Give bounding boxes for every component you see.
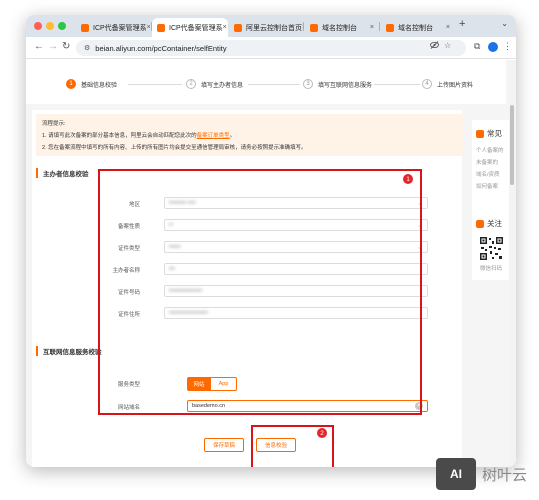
step-1: 1 基础信息校验: [66, 79, 117, 89]
notice-line-1-text: 1. 请填写此次备案的部分基本信息，阿里云会自动匹配您此次的: [42, 133, 197, 139]
order-type-link[interactable]: 备案订单类型: [197, 133, 230, 139]
help-side-panel: 常见 个人备案的 未备案的 域名/资质 如何备案 关注 微信扫码: [472, 120, 512, 280]
tab-label: ICP代备案管理系: [169, 24, 223, 32]
faq-item[interactable]: 域名/资质: [476, 170, 500, 178]
step-label: 填写主办者信息: [201, 82, 244, 89]
tab-label: ICP代备案管理系: [93, 24, 147, 32]
url-text: beian.aliyun.com/pcContainer/selfEntity: [95, 43, 227, 53]
faq-heading: 常见: [476, 128, 502, 139]
step-2: 2 填写主办者信息: [186, 79, 243, 89]
notice-line-2: 2. 您在备案流程中填写的所有内容、上传的所有图片均会提交至通信管理局审核，请务…: [42, 145, 307, 151]
profile-avatar[interactable]: [488, 42, 498, 52]
tab-label: 阿里云控制台首页: [246, 24, 302, 32]
tab-icp-1[interactable]: ICP代备案管理系 ×: [76, 18, 150, 37]
site-info-icon[interactable]: ⚙: [84, 44, 90, 52]
sponsor-section-title: 主办者信息校验: [36, 168, 89, 178]
back-arrow-icon[interactable]: ←: [34, 41, 44, 52]
annotation-badge-2: 2: [317, 428, 327, 438]
bookmark-star-icon[interactable]: ☆: [444, 41, 451, 50]
maximize-window-button[interactable]: [58, 22, 66, 30]
step-number: 3: [303, 79, 313, 89]
step-number: 1: [66, 79, 76, 89]
follow-icon: [476, 219, 484, 228]
aliyun-favicon-icon: [157, 23, 165, 32]
follow-heading: 关注: [476, 218, 502, 229]
close-window-button[interactable]: [34, 22, 42, 30]
forward-arrow-icon[interactable]: →: [48, 41, 58, 52]
tab-close-icon[interactable]: ×: [223, 24, 227, 31]
step-number: 4: [422, 79, 432, 89]
tab-domain-console-2[interactable]: 域名控制台 ×: [381, 18, 455, 37]
tab-search-chevron-icon[interactable]: ⌄: [501, 19, 508, 28]
aliyun-favicon-icon: [310, 23, 318, 32]
step-connector: [248, 84, 300, 85]
browser-window: ICP代备案管理系 × ICP代备案管理系 × 阿里云控制台首页 × 域名控制台…: [26, 15, 516, 467]
minimize-window-button[interactable]: [46, 22, 54, 30]
tab-divider: [303, 22, 304, 31]
watermark: AI 树叶云: [436, 456, 536, 492]
step-label: 上传图片资料: [437, 82, 474, 89]
scrollbar-thumb[interactable]: [510, 105, 514, 185]
step-label: 填写互联网信息服务: [318, 82, 373, 89]
watermark-logo-icon: AI: [436, 458, 476, 490]
url-field[interactable]: ⚙ beian.aliyun.com/pcContainer/selfEntit…: [76, 40, 466, 56]
faq-item[interactable]: 个人备案的: [476, 146, 504, 154]
tab-close-icon[interactable]: ×: [446, 24, 450, 31]
notice-line-1-end: 。: [229, 133, 236, 139]
aliyun-favicon-icon: [81, 23, 89, 32]
faq-item[interactable]: 如何备案: [476, 182, 498, 190]
watermark-text: 树叶云: [482, 466, 528, 484]
extensions-puzzle-icon[interactable]: ⧉: [474, 41, 480, 52]
wechat-scan-label: 微信扫码: [480, 266, 503, 272]
progress-steps: 1 基础信息校验 2 填写主办者信息 3 填写互联网信息服务 4 上传图片资料: [26, 60, 506, 104]
reload-icon[interactable]: ↻: [62, 41, 70, 52]
tab-label: 域名控制台: [398, 24, 433, 32]
step-connector: [128, 84, 182, 85]
page-scrollbar[interactable]: [509, 60, 516, 467]
faq-icon: [476, 129, 484, 138]
tab-bar: ICP代备案管理系 × ICP代备案管理系 × 阿里云控制台首页 × 域名控制台…: [26, 15, 516, 37]
tab-close-icon[interactable]: ×: [147, 24, 150, 31]
wechat-qr-code: [479, 236, 504, 261]
aliyun-favicon-icon: [234, 23, 242, 32]
form-container: 流程提示: 1. 请填写此次备案的部分基本信息，阿里云会自动匹配您此次的备案订单…: [32, 110, 464, 467]
notice-title: 流程提示:: [42, 121, 66, 127]
notice-line-1: 1. 请填写此次备案的部分基本信息，阿里云会自动匹配您此次的备案订单类型。: [42, 130, 458, 142]
annotation-badge-1: 1: [403, 174, 413, 184]
step-3: 3 填写互联网信息服务: [303, 79, 372, 89]
save-draft-button[interactable]: 保存草稿: [204, 438, 244, 452]
tab-icp-2[interactable]: ICP代备案管理系 ×: [152, 18, 228, 37]
address-bar: ← → ↻ ⚙ beian.aliyun.com/pcContainer/sel…: [26, 37, 516, 59]
new-tab-icon[interactable]: +: [459, 18, 465, 30]
faq-item[interactable]: 未备案的: [476, 158, 498, 166]
step-label: 基础信息校验: [81, 82, 118, 89]
annotation-box-1: [98, 169, 422, 415]
hide-eye-icon[interactable]: [430, 41, 439, 51]
tab-close-icon[interactable]: ×: [370, 24, 374, 31]
tab-divider: [379, 22, 380, 31]
process-notice: 流程提示: 1. 请填写此次备案的部分基本信息，阿里云会自动匹配您此次的备案订单…: [36, 114, 464, 156]
tab-console-home[interactable]: 阿里云控制台首页 ×: [229, 18, 303, 37]
tab-label: 域名控制台: [322, 24, 357, 32]
page-content: 1 基础信息校验 2 填写主办者信息 3 填写互联网信息服务 4 上传图片资料 …: [26, 60, 516, 467]
browser-menu-icon[interactable]: ⋮: [503, 41, 512, 52]
step-connector: [374, 84, 420, 85]
aliyun-favicon-icon: [386, 23, 394, 32]
step-4: 4 上传图片资料: [422, 79, 473, 89]
tab-domain-console-1[interactable]: 域名控制台 ×: [305, 18, 379, 37]
step-number: 2: [186, 79, 196, 89]
faq-title: 常见: [487, 129, 502, 138]
service-section-title: 互联网信息服务校验: [36, 346, 102, 356]
follow-title: 关注: [487, 219, 502, 228]
